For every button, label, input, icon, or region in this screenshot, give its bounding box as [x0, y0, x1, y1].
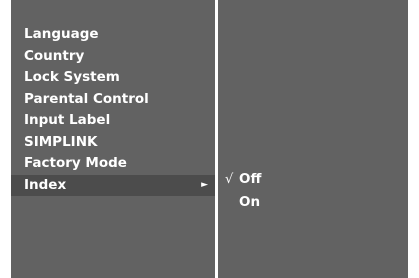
menu-item-label: Index: [24, 176, 67, 193]
menu-item-label: Language: [24, 26, 99, 42]
menu-item-language[interactable]: Language: [11, 24, 215, 46]
menu-item-country[interactable]: Country: [11, 46, 215, 68]
menu-item-label: Factory Mode: [24, 155, 127, 171]
menu-item-index[interactable]: Index ►: [11, 174, 215, 196]
menu-item-lock-system[interactable]: Lock System: [11, 67, 215, 89]
checkmark-icon: √: [225, 172, 234, 187]
menu-item-factory-mode[interactable]: Factory Mode: [11, 153, 215, 175]
tv-menu-screen: Language Country Lock System Parental Co…: [0, 0, 419, 278]
index-submenu: √ Off On: [218, 168, 408, 214]
submenu-option-label: On: [239, 194, 261, 210]
menu-item-parental-control[interactable]: Parental Control: [11, 89, 215, 111]
menu-item-label: Parental Control: [24, 90, 149, 107]
main-menu: Language Country Lock System Parental Co…: [11, 24, 215, 196]
menu-item-label: Country: [24, 47, 85, 64]
submenu-option-label: Off: [239, 171, 262, 187]
menu-item-label: Input Label: [24, 112, 111, 128]
submenu-option-on[interactable]: On: [218, 191, 408, 214]
main-menu-panel: Language Country Lock System Parental Co…: [11, 0, 215, 278]
menu-item-input-label[interactable]: Input Label: [11, 110, 215, 132]
menu-item-simplink[interactable]: SIMPLINK: [11, 132, 215, 154]
submenu-option-off[interactable]: √ Off: [218, 168, 408, 191]
submenu-panel: √ Off On: [218, 0, 408, 278]
arrow-right-icon: ►: [201, 179, 208, 190]
menu-item-label: SIMPLINK: [24, 133, 98, 150]
menu-item-label: Lock System: [24, 69, 120, 85]
